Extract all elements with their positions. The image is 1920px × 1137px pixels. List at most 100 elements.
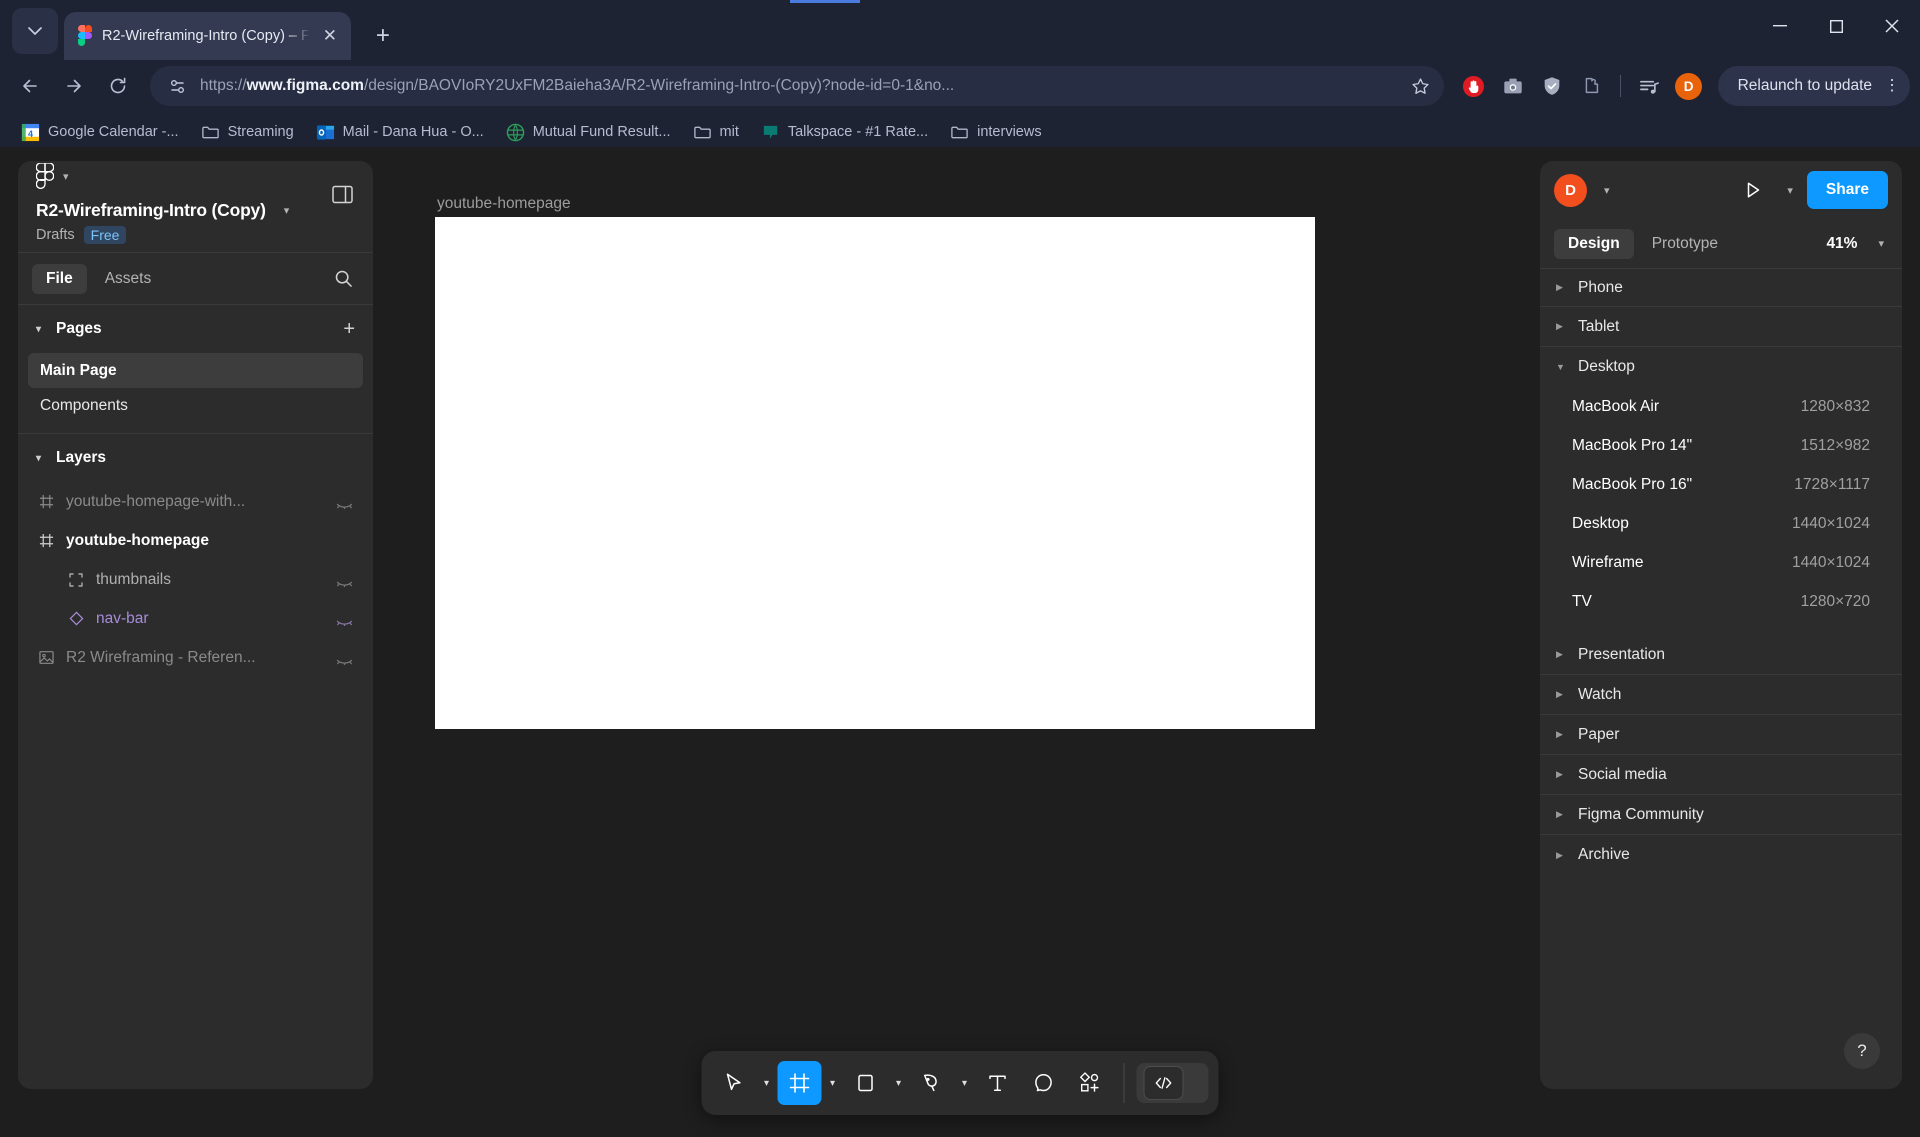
bookmark-star-icon[interactable] bbox=[1404, 69, 1438, 103]
file-title-row: R2-Wireframing-Intro (Copy) ▾ bbox=[36, 200, 355, 221]
window-maximize-button[interactable] bbox=[1808, 4, 1864, 48]
right-sidebar: D ▾ ▾ Share Design Prototype 41% ▾ ▶ Pho… bbox=[1540, 161, 1902, 1089]
category-social-media[interactable]: ▶ Social media bbox=[1540, 755, 1902, 795]
category-paper[interactable]: ▶ Paper bbox=[1540, 715, 1902, 755]
avatar[interactable]: D bbox=[1554, 173, 1587, 207]
layer-row[interactable]: R2 Wireframing - Referen... bbox=[26, 638, 365, 677]
figma-menu-row[interactable]: ▾ bbox=[35, 162, 355, 190]
tab-assets[interactable]: Assets bbox=[91, 264, 166, 294]
category-watch[interactable]: ▶ Watch bbox=[1540, 675, 1902, 715]
bookmark-item[interactable]: Mail - Dana Hua - O... bbox=[307, 117, 493, 147]
frame-tool-options-chevron-down-icon[interactable]: ▾ bbox=[824, 1061, 842, 1105]
comment-tool-button[interactable] bbox=[1022, 1061, 1066, 1105]
tab-prototype[interactable]: Prototype bbox=[1638, 229, 1732, 259]
profile-avatar-button[interactable]: D bbox=[1671, 68, 1707, 104]
bookmark-item[interactable]: Streaming bbox=[192, 117, 303, 147]
frame-label[interactable]: youtube-homepage bbox=[437, 195, 571, 213]
browser-tab-active[interactable]: R2-Wireframing-Intro (Copy) – F ✕ bbox=[64, 12, 351, 60]
site-settings-icon[interactable] bbox=[162, 71, 192, 101]
layer-row[interactable]: thumbnails bbox=[26, 560, 365, 599]
canvas[interactable]: youtube-homepage bbox=[373, 147, 1540, 1137]
chevron-right-icon: ▶ bbox=[1556, 809, 1563, 819]
chevron-down-icon[interactable]: ▾ bbox=[63, 170, 69, 183]
page-item-components[interactable]: Components bbox=[28, 388, 363, 423]
tab-close-icon[interactable]: ✕ bbox=[319, 25, 341, 47]
window-close-button[interactable] bbox=[1864, 4, 1920, 48]
bookmark-item[interactable]: Talkspace - #1 Rate... bbox=[752, 117, 937, 147]
bookmark-item[interactable]: mit bbox=[684, 117, 748, 147]
window-minimize-button[interactable] bbox=[1752, 4, 1808, 48]
device-name: MacBook Air bbox=[1572, 397, 1660, 415]
add-page-button[interactable]: + bbox=[343, 319, 355, 339]
visibility-hidden-icon[interactable] bbox=[333, 573, 355, 587]
dev-mode-toggle[interactable] bbox=[1136, 1063, 1209, 1103]
frame-presets-list[interactable]: ▶ Phone ▶ Tablet ▼ Desktop MacBook Air 1… bbox=[1540, 269, 1902, 1089]
figma-logo-icon[interactable] bbox=[35, 162, 55, 190]
category-archive[interactable]: ▶ Archive bbox=[1540, 835, 1902, 875]
frame-tool-button[interactable] bbox=[777, 1061, 822, 1105]
layer-row[interactable]: youtube-homepage-with... bbox=[26, 482, 365, 521]
forward-button[interactable] bbox=[54, 66, 94, 106]
category-presentation[interactable]: ▶ Presentation bbox=[1540, 635, 1902, 675]
relaunch-to-update-button[interactable]: Relaunch to update ⋮ bbox=[1717, 66, 1910, 106]
tab-search-button[interactable] bbox=[12, 8, 58, 54]
layers-section-header[interactable]: ▾ Layers bbox=[18, 434, 373, 482]
present-options-chevron-down-icon[interactable]: ▾ bbox=[1787, 184, 1793, 197]
category-phone[interactable]: ▶ Phone bbox=[1540, 269, 1902, 307]
plan-badge[interactable]: Free bbox=[83, 226, 127, 244]
present-button[interactable] bbox=[1736, 173, 1770, 207]
bookmark-item[interactable]: 4 Google Calendar -... bbox=[12, 117, 188, 147]
security-shield-extension-button[interactable] bbox=[1534, 68, 1570, 104]
tab-file[interactable]: File bbox=[32, 263, 87, 294]
browser-menu-icon[interactable]: ⋮ bbox=[1882, 78, 1902, 94]
visibility-hidden-icon[interactable] bbox=[333, 612, 355, 626]
device-preset-row[interactable]: Wireframe 1440×1024 bbox=[1540, 543, 1902, 582]
collaborators-chevron-down-icon[interactable]: ▾ bbox=[1604, 184, 1610, 197]
address-bar[interactable]: https://www.figma.com/design/BAOVIoRY2Ux… bbox=[150, 66, 1444, 106]
reload-button[interactable] bbox=[98, 66, 138, 106]
screenshot-extension-button[interactable] bbox=[1495, 68, 1531, 104]
device-preset-row[interactable]: Desktop 1440×1024 bbox=[1540, 504, 1902, 543]
pen-tool-options-chevron-down-icon[interactable]: ▾ bbox=[956, 1061, 974, 1105]
category-desktop[interactable]: ▼ Desktop bbox=[1540, 347, 1902, 387]
move-tool-button[interactable] bbox=[712, 1061, 756, 1105]
file-menu-chevron-down-icon[interactable]: ▾ bbox=[284, 204, 290, 217]
page-item-main[interactable]: Main Page bbox=[28, 353, 363, 388]
category-figma-community[interactable]: ▶ Figma Community bbox=[1540, 795, 1902, 835]
pages-section-header[interactable]: ▾ Pages + bbox=[18, 305, 373, 353]
move-tool-options-chevron-down-icon[interactable]: ▾ bbox=[758, 1061, 776, 1105]
text-icon bbox=[989, 1075, 1006, 1091]
actions-plugins-button[interactable] bbox=[1068, 1061, 1112, 1105]
tab-design[interactable]: Design bbox=[1554, 228, 1634, 259]
category-tablet[interactable]: ▶ Tablet bbox=[1540, 307, 1902, 347]
device-preset-row[interactable]: MacBook Air 1280×832 bbox=[1540, 387, 1902, 426]
device-preset-row[interactable]: MacBook Pro 16" 1728×1117 bbox=[1540, 465, 1902, 504]
shape-tool-options-chevron-down-icon[interactable]: ▾ bbox=[890, 1061, 908, 1105]
device-preset-row[interactable]: MacBook Pro 14" 1512×982 bbox=[1540, 426, 1902, 465]
extensions-puzzle-button[interactable] bbox=[1573, 68, 1609, 104]
bookmark-item[interactable]: Mutual Fund Result... bbox=[497, 117, 680, 147]
visibility-hidden-icon[interactable] bbox=[333, 651, 355, 665]
device-name: Wireframe bbox=[1572, 553, 1644, 571]
back-button[interactable] bbox=[10, 66, 50, 106]
layer-row[interactable]: youtube-homepage bbox=[26, 521, 365, 560]
device-preset-row[interactable]: TV 1280×720 bbox=[1540, 582, 1902, 621]
bookmark-item[interactable]: interviews bbox=[941, 117, 1050, 147]
layer-row[interactable]: nav-bar bbox=[26, 599, 365, 638]
shape-tool-button[interactable] bbox=[844, 1061, 888, 1105]
bookmark-label: Mail - Dana Hua - O... bbox=[342, 124, 484, 140]
share-button[interactable]: Share bbox=[1806, 171, 1888, 209]
media-control-button[interactable] bbox=[1632, 68, 1668, 104]
search-button[interactable] bbox=[327, 263, 359, 295]
toggle-sidebar-button[interactable] bbox=[327, 179, 357, 209]
pen-tool-button[interactable] bbox=[910, 1061, 954, 1105]
visibility-hidden-icon[interactable] bbox=[333, 495, 355, 509]
zoom-chevron-down-icon: ▾ bbox=[1878, 238, 1884, 250]
help-button[interactable]: ? bbox=[1844, 1033, 1880, 1069]
artboard-youtube-homepage[interactable] bbox=[435, 217, 1315, 729]
zoom-control[interactable]: 41% ▾ bbox=[1826, 235, 1888, 253]
category-label: Tablet bbox=[1578, 317, 1620, 335]
text-tool-button[interactable] bbox=[976, 1061, 1020, 1105]
adblock-extension-button[interactable] bbox=[1456, 68, 1492, 104]
new-tab-button[interactable]: + bbox=[365, 18, 401, 54]
